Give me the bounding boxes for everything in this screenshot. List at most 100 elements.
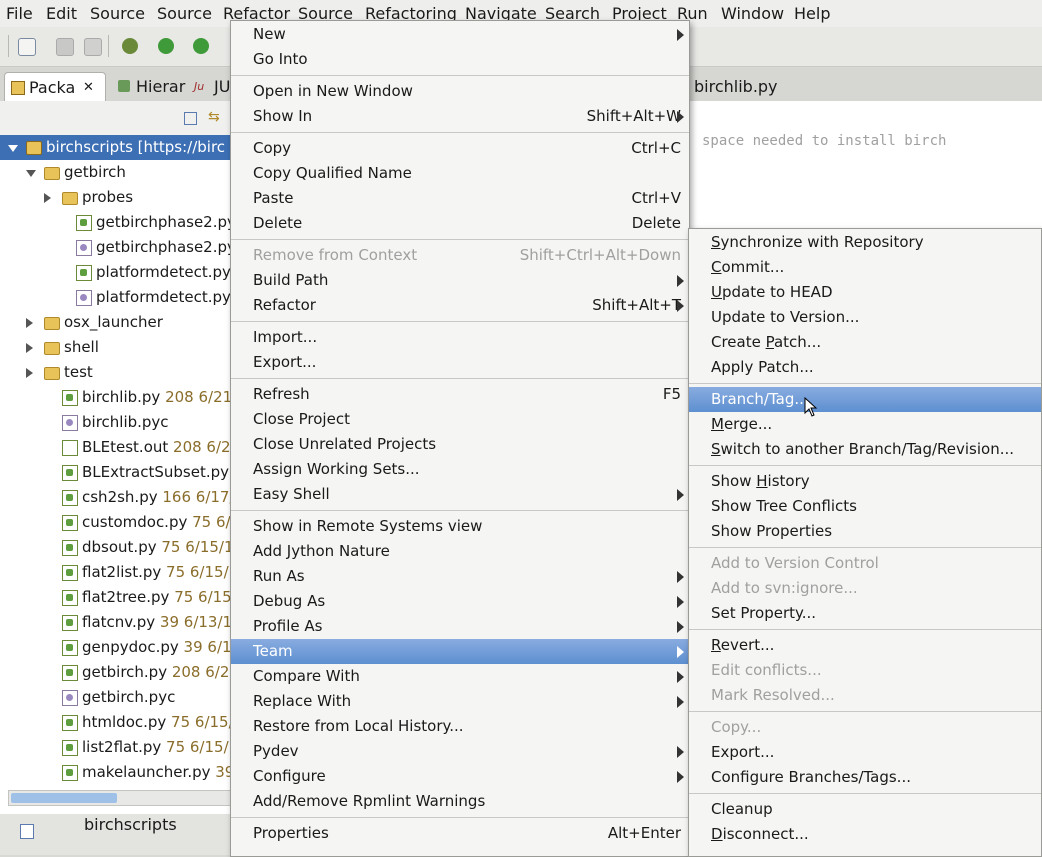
menu-item-update-to-head[interactable]: Update to HEAD — [689, 280, 1041, 305]
save-icon[interactable] — [56, 38, 74, 56]
menu-item-restore-from-local-history[interactable]: Restore from Local History... — [231, 714, 689, 739]
menu-item-build-path[interactable]: Build Path — [231, 268, 689, 293]
tree-item[interactable]: makelauncher.py 39 — [0, 760, 232, 785]
scrollbar-thumb[interactable] — [11, 793, 117, 803]
expand-closed-icon[interactable] — [44, 193, 51, 203]
print-icon[interactable] — [84, 38, 102, 56]
expand-closed-icon[interactable] — [26, 368, 33, 378]
menu-item-update-to-version[interactable]: Update to Version... — [689, 305, 1041, 330]
tree-item[interactable]: htmldoc.py 75 6/15/1 — [0, 710, 232, 735]
tree-item[interactable]: birchlib.pyc — [0, 410, 232, 435]
expand-open-icon[interactable] — [8, 145, 18, 152]
tree-item[interactable]: shell — [0, 335, 232, 360]
menu-item-go-into[interactable]: Go Into — [231, 47, 689, 72]
menu-item-team[interactable]: Team — [231, 639, 689, 664]
menu-item-pydev[interactable]: Pydev — [231, 739, 689, 764]
menu-item-set-property[interactable]: Set Property... — [689, 601, 1041, 626]
tree-item[interactable]: birchlib.py 208 6/21/ — [0, 385, 232, 410]
menu-item-branch-tag[interactable]: Branch/Tag... — [689, 387, 1041, 412]
tree-item[interactable]: birchscripts [https://birc — [0, 135, 232, 160]
tree-item[interactable]: list2flat.py 75 6/15/1 — [0, 735, 232, 760]
tree-item[interactable]: probes — [0, 185, 232, 210]
menu-item-close-project[interactable]: Close Project — [231, 407, 689, 432]
menu-item-switch-to-another-branch-tag-revision[interactable]: Switch to another Branch/Tag/Revision... — [689, 437, 1041, 462]
menu-item-compare-with[interactable]: Compare With — [231, 664, 689, 689]
tree-item[interactable]: osx_launcher — [0, 310, 232, 335]
expand-closed-icon[interactable] — [26, 318, 33, 328]
tree-item[interactable]: platformdetect.pyc — [0, 285, 232, 310]
horizontal-scrollbar[interactable] — [8, 790, 232, 806]
menu-item-profile-as[interactable]: Profile As — [231, 614, 689, 639]
menu-item-commit[interactable]: Commit... — [689, 255, 1041, 280]
menu-file[interactable]: File — [6, 4, 33, 23]
menu-item-show-in[interactable]: Show In Shift+Alt+W — [231, 104, 689, 129]
tree-item[interactable]: customdoc.py 75 6/1 — [0, 510, 232, 535]
close-icon[interactable]: ✕ — [83, 73, 94, 102]
menu-item-add-jython-nature[interactable]: Add Jython Nature — [231, 539, 689, 564]
link-with-editor-icon[interactable]: ⇆ — [208, 110, 222, 124]
menu-item-synchronize-with-repository[interactable]: Synchronize with Repository — [689, 230, 1041, 255]
run-icon[interactable] — [158, 38, 174, 54]
menu-source[interactable]: Source — [90, 4, 145, 23]
menu-edit[interactable]: Edit — [46, 4, 77, 23]
tree-item[interactable]: test — [0, 360, 232, 385]
tree-item[interactable]: genpydoc.py 39 6/13 — [0, 635, 232, 660]
menu-item-refactor[interactable]: Refactor Shift+Alt+T — [231, 293, 689, 318]
menu-item-new[interactable]: New — [231, 22, 689, 47]
tree-item[interactable]: BLEtest.out 208 6/21 — [0, 435, 232, 460]
menu-item-assign-working-sets[interactable]: Assign Working Sets... — [231, 457, 689, 482]
tree-item[interactable]: flatcnv.py 39 6/13/10 — [0, 610, 232, 635]
menu-item-show-tree-conflicts[interactable]: Show Tree Conflicts — [689, 494, 1041, 519]
menu-item-export[interactable]: Export... — [231, 350, 689, 375]
tree-item[interactable]: BLExtractSubset.py 4 — [0, 460, 232, 485]
tree-item[interactable]: getbirch.py 208 6/21 — [0, 660, 232, 685]
menu-item-merge[interactable]: Merge... — [689, 412, 1041, 437]
menu-window[interactable]: Window — [721, 4, 784, 23]
menu-item-add-remove-rpmlint-warnings[interactable]: Add/Remove Rpmlint Warnings — [231, 789, 689, 814]
tree-item[interactable]: getbirch.pyc — [0, 685, 232, 710]
menu-item-copy-qualified-name[interactable]: Copy Qualified Name — [231, 161, 689, 186]
tree-item[interactable]: flat2tree.py 75 6/15/ — [0, 585, 232, 610]
menu-item-run-as[interactable]: Run As — [231, 564, 689, 589]
collapse-all-icon[interactable] — [184, 112, 197, 125]
tree-item[interactable]: flat2list.py 75 6/15/1 — [0, 560, 232, 585]
tree-item[interactable]: getbirchphase2.pyc — [0, 235, 232, 260]
menu-item-show-history[interactable]: Show History — [689, 469, 1041, 494]
menu-item-import[interactable]: Import... — [231, 325, 689, 350]
tree-item[interactable]: dbsout.py 75 6/15/10 — [0, 535, 232, 560]
expand-open-icon[interactable] — [26, 170, 36, 177]
menu-item-open-in-new-window[interactable]: Open in New Window — [231, 79, 689, 104]
expand-closed-icon[interactable] — [26, 343, 33, 353]
tree-item[interactable]: getbirchphase2.py — [0, 210, 232, 235]
tree-item[interactable]: csh2sh.py 166 6/17/ — [0, 485, 232, 510]
external-tools-icon[interactable] — [193, 38, 209, 54]
menu-item-copy[interactable]: Copy Ctrl+C — [231, 136, 689, 161]
menu-item-easy-shell[interactable]: Easy Shell — [231, 482, 689, 507]
menu-item-export[interactable]: Export... — [689, 740, 1041, 765]
menu-item-refresh[interactable]: Refresh F5 — [231, 382, 689, 407]
menu-item-properties[interactable]: Properties Alt+Enter — [231, 821, 689, 846]
tree-item[interactable]: platformdetect.py 1 — [0, 260, 232, 285]
menu-item-delete[interactable]: Delete Delete — [231, 211, 689, 236]
menu-item-debug-as[interactable]: Debug As — [231, 589, 689, 614]
menu-item-paste[interactable]: Paste Ctrl+V — [231, 186, 689, 211]
tree-item[interactable]: getbirch — [0, 160, 232, 185]
menu-item-configure-branches-tags[interactable]: Configure Branches/Tags... — [689, 765, 1041, 790]
menu-help[interactable]: Help — [794, 4, 830, 23]
menu-item-create-patch[interactable]: Create Patch... — [689, 330, 1041, 355]
menu-item-disconnect[interactable]: Disconnect... — [689, 822, 1041, 847]
menu-item-show-in-remote-systems-view[interactable]: Show in Remote Systems view — [231, 514, 689, 539]
tab-hierarchy[interactable]: Hierar — [112, 72, 188, 101]
menu-item-apply-patch[interactable]: Apply Patch... — [689, 355, 1041, 380]
menu-item-show-properties[interactable]: Show Properties — [689, 519, 1041, 544]
menu-item-replace-with[interactable]: Replace With — [231, 689, 689, 714]
menu-source[interactable]: Source — [157, 4, 212, 23]
menu-item-revert[interactable]: Revert... — [689, 633, 1041, 658]
menu-item-close-unrelated-projects[interactable]: Close Unrelated Projects — [231, 432, 689, 457]
tab-junit[interactable]: Ju JU — [194, 72, 232, 101]
tab-package-explorer[interactable]: Packa ✕ — [4, 72, 106, 102]
tab-editor-birchlib[interactable]: birchlib.py — [688, 72, 838, 101]
menu-item-configure[interactable]: Configure — [231, 764, 689, 789]
debug-icon[interactable] — [122, 38, 138, 54]
menu-item-cleanup[interactable]: Cleanup — [689, 797, 1041, 822]
